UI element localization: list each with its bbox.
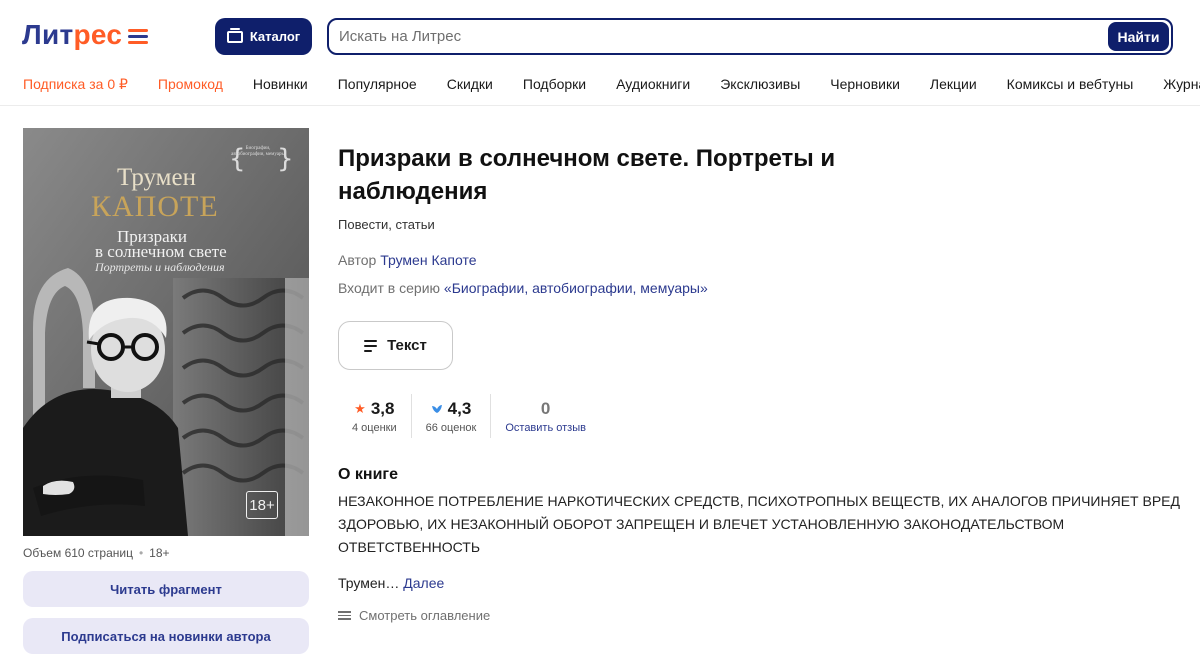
- logo-text-part2: рес: [73, 19, 123, 50]
- nav-item-6[interactable]: Аудиокниги: [616, 76, 690, 93]
- author-prefix: Автор: [338, 252, 377, 268]
- nav-item-3[interactable]: Популярное: [338, 76, 417, 93]
- author-line: Автор Трумен Капоте: [338, 252, 477, 268]
- nav-item-4[interactable]: Скидки: [447, 76, 493, 93]
- cover-author-first: Трумен: [117, 164, 196, 191]
- star-icon: ★: [354, 400, 366, 416]
- nav-item-1[interactable]: Промокод: [158, 76, 223, 93]
- read-more-link[interactable]: Далее: [403, 575, 444, 591]
- livelib-rating[interactable]: 4,3 66 оценок: [410, 394, 491, 438]
- nav-item-7[interactable]: Эксклюзивы: [720, 76, 800, 93]
- nav-item-8[interactable]: Черновики: [830, 76, 900, 93]
- series-prefix: Входит в серию: [338, 280, 441, 296]
- ratings-block: ★ 3,8 4 оценки 4,3 66 оценок 0 Оставить о…: [338, 394, 600, 438]
- teaser-text: Трумен…: [338, 575, 400, 591]
- about-heading: О книге: [338, 466, 398, 483]
- book-genre: Повести, статьи: [338, 217, 435, 232]
- litres-rating[interactable]: ★ 3,8 4 оценки: [338, 394, 411, 438]
- text-format-icon: [364, 339, 378, 352]
- reviews-count: 0: [540, 398, 551, 418]
- search-bar: Найти: [327, 18, 1173, 55]
- search-button[interactable]: Найти: [1108, 22, 1169, 51]
- series-link[interactable]: «Биографии, автобиографии, мемуары»: [444, 280, 708, 296]
- cover-author-last: КАПОТЕ: [91, 190, 219, 223]
- reviews-block: 0 Оставить отзыв: [490, 394, 600, 438]
- format-text-button[interactable]: Текст: [338, 321, 453, 370]
- series-line: Входит в серию «Биографии, автобиографии…: [338, 280, 708, 296]
- page-count: Объем 610 страниц: [23, 546, 133, 560]
- catalog-button[interactable]: Каталог: [215, 18, 312, 55]
- list-icon: [338, 611, 351, 620]
- about-teaser: Трумен… Далее: [338, 575, 444, 591]
- about-text: НЕЗАКОННОЕ ПОТРЕБЛЕНИЕ НАРКОТИЧЕСКИХ СРЕ…: [338, 493, 1180, 555]
- nav-item-11[interactable]: Журналы: [1163, 76, 1200, 93]
- cover-bracket-right: }: [277, 144, 294, 174]
- livelib-rating-value: 4,3: [447, 398, 472, 418]
- logo-text-part1: Лит: [22, 19, 74, 50]
- toc-label: Смотреть оглавление: [359, 608, 491, 623]
- read-fragment-button[interactable]: Читать фрагмент: [23, 571, 309, 607]
- cover-subtitle: Портреты и наблюдения: [95, 260, 225, 274]
- litres-rating-count: 4 оценки: [352, 421, 397, 434]
- format-text-label: Текст: [387, 337, 427, 354]
- nav-item-9[interactable]: Лекции: [930, 76, 977, 93]
- table-of-contents-link[interactable]: Смотреть оглавление: [338, 608, 490, 623]
- catalog-label: Каталог: [249, 29, 301, 44]
- leave-review-link[interactable]: Оставить отзыв: [505, 422, 586, 434]
- age-rating: 18+: [149, 546, 170, 560]
- cover-age-badge: 18+: [246, 491, 278, 519]
- book-meta: Объем 610 страниц • 18+: [23, 546, 170, 560]
- cover-title-line2: в солнечном свете: [95, 242, 227, 261]
- book-cover[interactable]: { Биографии, автобиографии, мемуары } Тр…: [23, 128, 309, 536]
- nav-item-2[interactable]: Новинки: [253, 76, 308, 93]
- logo-mark-icon: [128, 28, 149, 44]
- book-title: Призраки в солнечном свете. Портреты и н…: [338, 145, 836, 205]
- livelib-bird-icon: [431, 404, 442, 413]
- nav-item-10[interactable]: Комиксы и вебтуны: [1007, 76, 1134, 93]
- separator-dot: •: [138, 546, 144, 560]
- author-link[interactable]: Трумен Капоте: [380, 252, 476, 268]
- main-nav: Подписка за 0 ₽ Промокод Новинки Популярное…: [23, 76, 1200, 93]
- site-header: Литрес Каталог Найти Подписка за 0 ₽ Пром…: [0, 0, 1200, 106]
- litres-rating-value: 3,8: [370, 398, 395, 418]
- catalog-icon: [226, 27, 243, 43]
- nav-item-5[interactable]: Подборки: [523, 76, 586, 93]
- subscribe-author-button[interactable]: Подписаться на новинки автора: [23, 618, 309, 654]
- litres-logo[interactable]: Лит рес: [22, 18, 149, 52]
- search-input[interactable]: [329, 20, 1171, 53]
- nav-item-0[interactable]: Подписка за 0 ₽: [23, 76, 128, 93]
- livelib-rating-count: 66 оценок: [425, 421, 477, 434]
